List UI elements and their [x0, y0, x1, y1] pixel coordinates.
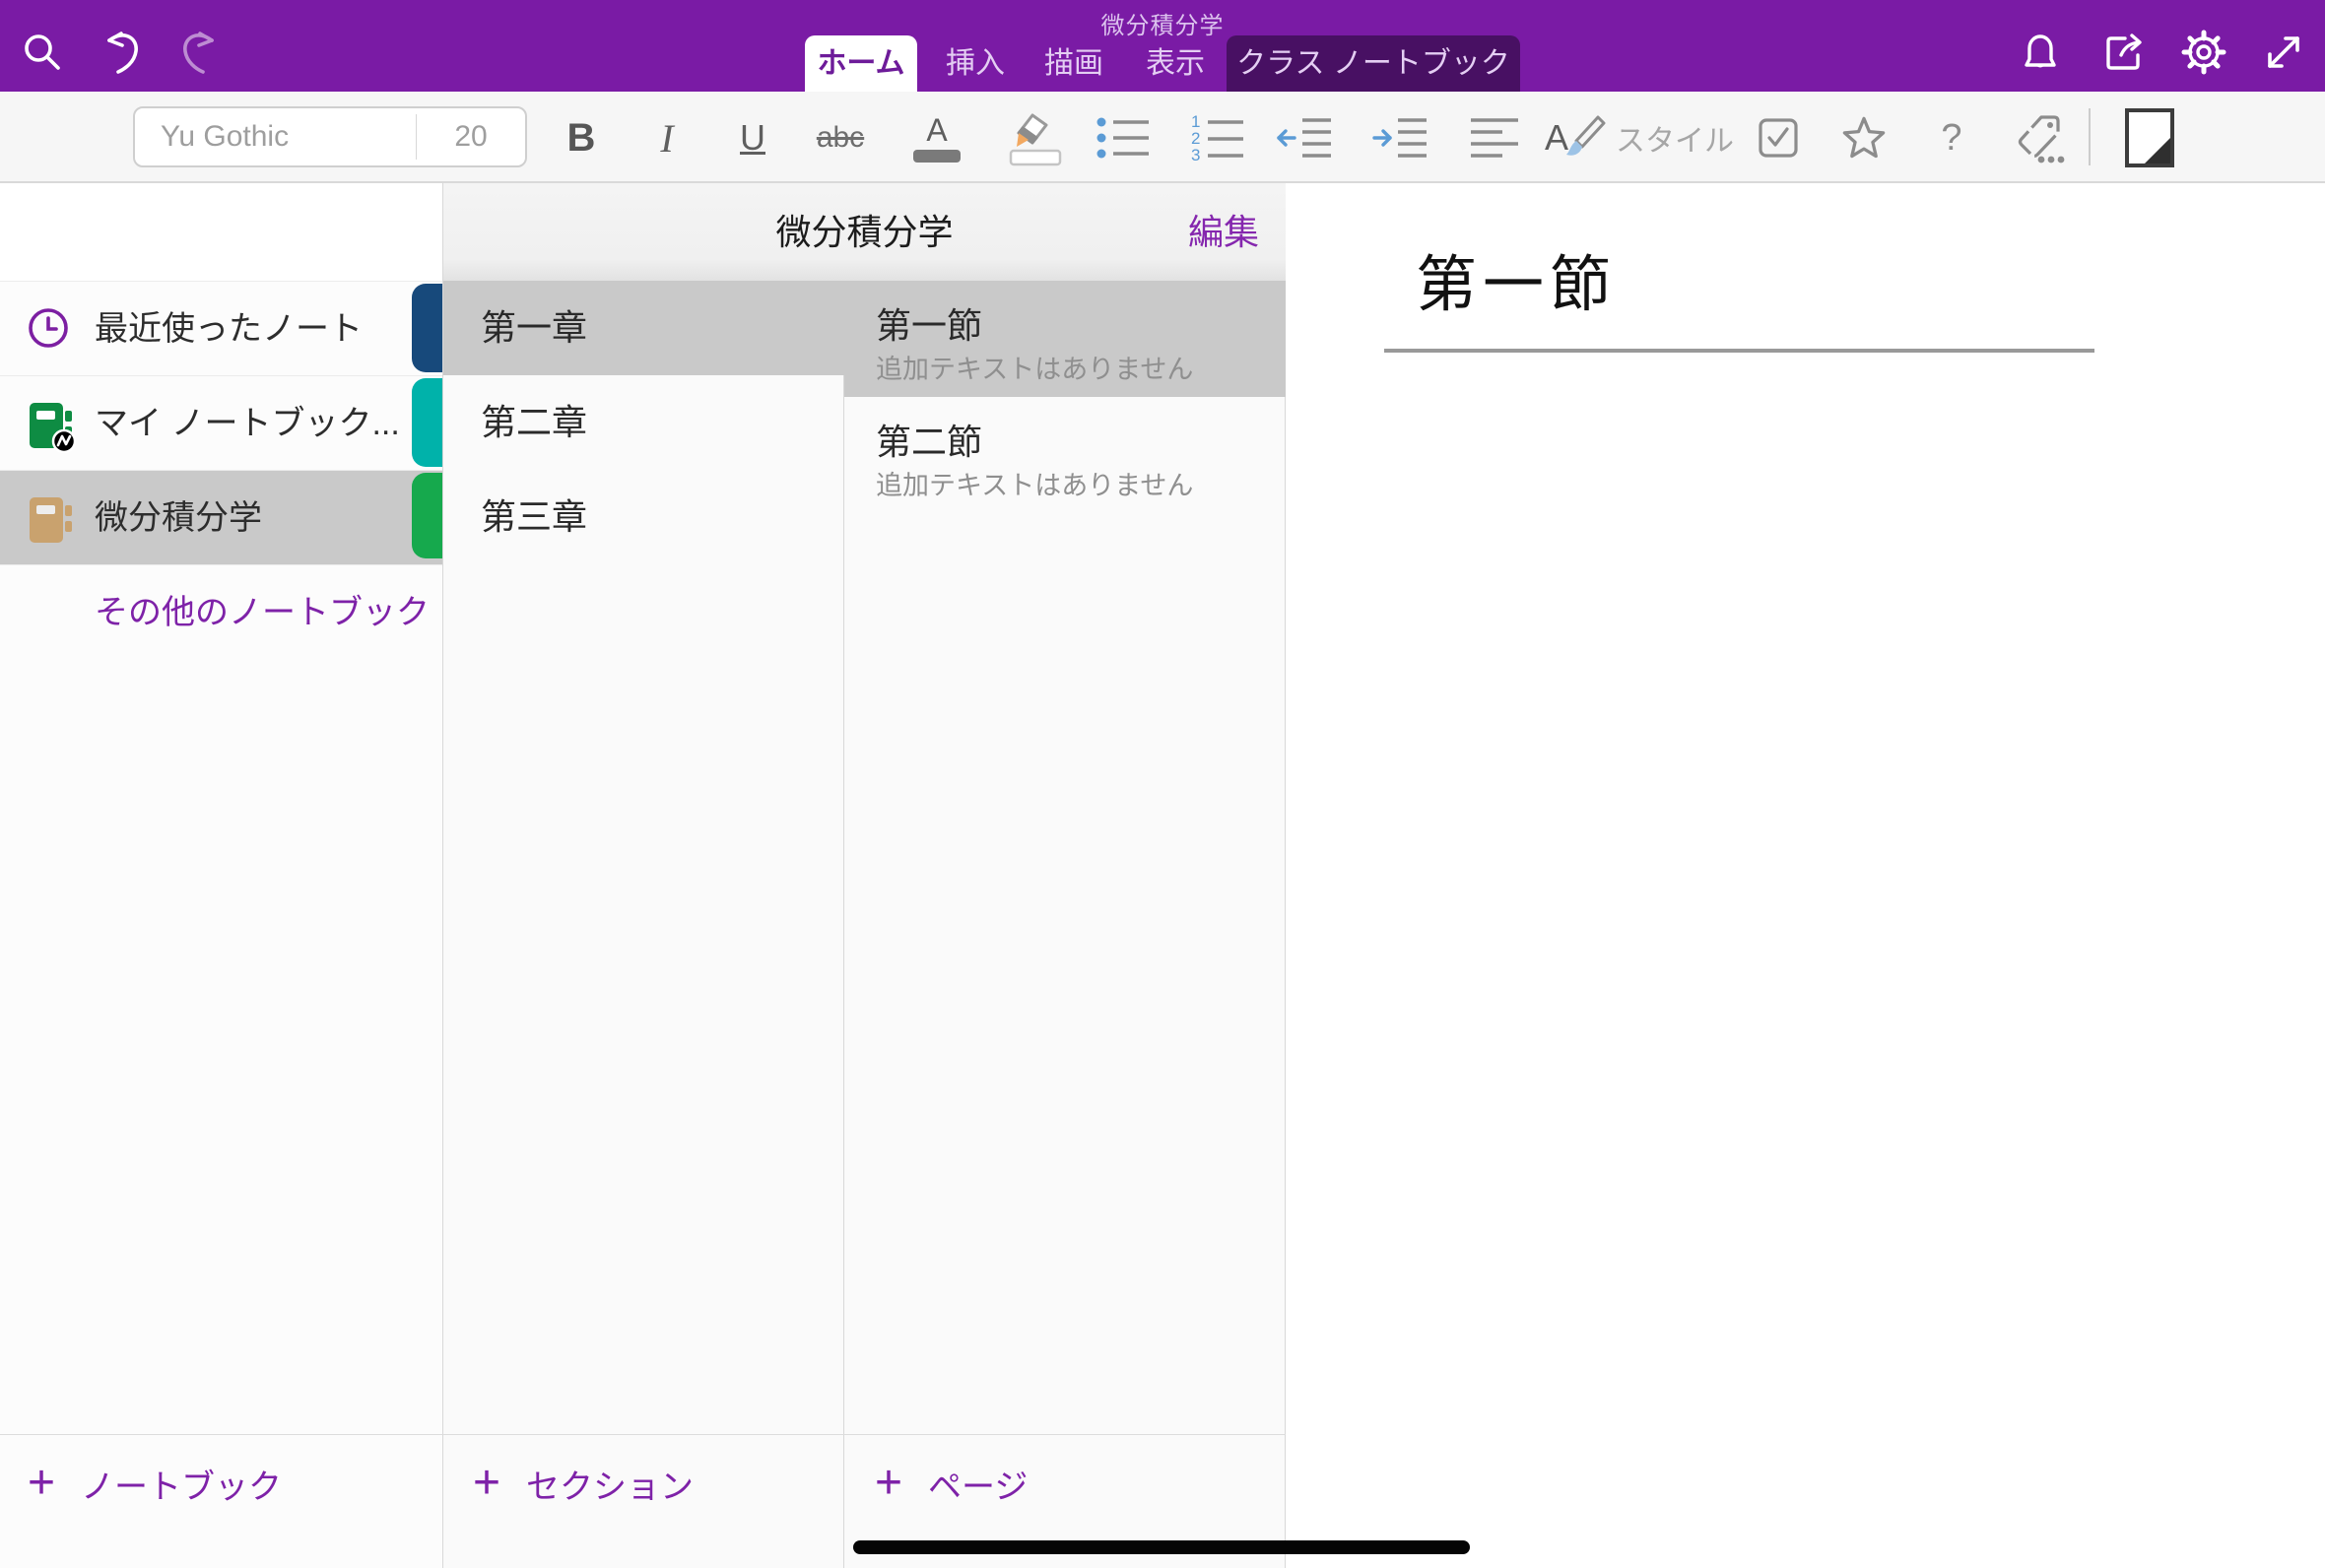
footer-divider — [0, 1434, 1286, 1435]
share-icon[interactable] — [2101, 30, 2147, 75]
tab-class-notebook[interactable]: クラス ノートブック — [1227, 35, 1520, 92]
tab-draw[interactable]: 描画 — [1030, 35, 1118, 92]
sidebar-header-space — [0, 183, 442, 281]
sidebar-item-my-notebooks[interactable]: マイ ノートブック... — [0, 375, 442, 470]
indent-button[interactable] — [1364, 101, 1435, 174]
sections-panel: 第一章 第二章 第三章 — [443, 183, 844, 1568]
formatting-toolbar: Yu Gothic 20 B I U abc A 123 — [0, 92, 2325, 183]
sidebar-item-recent-notes[interactable]: 最近使ったノート — [0, 281, 442, 375]
notifications-icon[interactable] — [2018, 30, 2063, 75]
sidebar-item-calculus-notebook[interactable]: 微分積分学 — [0, 470, 442, 564]
section-item-chapter1[interactable]: 第一章 — [443, 281, 844, 375]
numbered-list-button[interactable]: 123 — [1183, 101, 1254, 174]
notebook-color-tab-blue — [412, 284, 442, 372]
home-indicator[interactable] — [853, 1540, 1470, 1554]
font-name-value[interactable]: Yu Gothic — [161, 108, 289, 165]
page-title-underline — [1384, 349, 2094, 353]
toolbar-divider — [2089, 108, 2091, 165]
tab-insert[interactable]: 挿入 — [931, 35, 1020, 92]
add-notebook-button[interactable]: + ノートブック — [28, 1453, 282, 1514]
notebook-panel-title: 微分積分学 — [443, 183, 1286, 281]
settings-icon[interactable] — [2181, 30, 2226, 75]
font-size-value[interactable]: 20 — [416, 108, 526, 165]
sidebar-item-more-notebooks[interactable]: その他のノートブック — [0, 564, 442, 659]
strikethrough-button[interactable]: abc — [805, 101, 876, 174]
font-picker[interactable]: Yu Gothic 20 — [133, 106, 527, 167]
page-item-section2[interactable]: 第二節 追加テキストはありません — [844, 397, 1286, 513]
redo-icon[interactable] — [179, 30, 225, 75]
notebooks-panel: 最近使ったノート マイ ノートブック... 微分積分学 そ — [0, 183, 443, 1568]
plus-icon: + — [875, 1460, 902, 1507]
pages-panel: 第一節 追加テキストはありません 第二節 追加テキストはありません — [844, 183, 1286, 1568]
todo-tag-button[interactable] — [1743, 101, 1814, 174]
add-section-button[interactable]: + セクション — [473, 1453, 694, 1514]
add-page-button[interactable]: + ページ — [875, 1453, 1028, 1514]
search-icon[interactable] — [20, 30, 65, 75]
notebook-color-tab-teal — [412, 378, 442, 467]
font-color-button[interactable]: A — [901, 101, 972, 174]
resize-icon[interactable] — [2261, 30, 2306, 75]
plus-icon: + — [473, 1460, 500, 1507]
highlighter-button[interactable] — [999, 101, 1070, 174]
plus-icon: + — [28, 1460, 55, 1507]
page-item-section1[interactable]: 第一節 追加テキストはありません — [844, 281, 1286, 397]
brush-icon — [1564, 115, 1606, 161]
notebook-tan-icon — [26, 494, 75, 544]
more-tags-button[interactable] — [2003, 101, 2074, 174]
italic-button[interactable]: I — [631, 101, 702, 174]
page-view-button[interactable] — [2114, 101, 2185, 174]
edit-button[interactable]: 編集 — [1188, 183, 1259, 281]
section-item-chapter3[interactable]: 第三章 — [443, 470, 844, 564]
tab-home[interactable]: ホーム — [805, 35, 917, 92]
underline-button[interactable]: U — [717, 101, 788, 174]
svg-text:3: 3 — [1191, 146, 1200, 163]
page-title[interactable]: 第一節 — [1416, 234, 1617, 323]
font-color-swatch — [913, 150, 961, 163]
undo-icon[interactable] — [97, 30, 142, 75]
tab-view[interactable]: 表示 — [1131, 35, 1220, 92]
bullet-list-button[interactable] — [1089, 101, 1160, 174]
top-app-bar: 微分積分学 ホーム 挿入 描画 表示 クラス ノートブック — [0, 0, 2325, 92]
section-item-chapter2[interactable]: 第二章 — [443, 375, 844, 470]
notebook-color-tab-green — [412, 473, 442, 558]
notebook-green-sync-icon — [26, 400, 75, 449]
notebook-panel-header: 微分積分学 編集 — [443, 183, 1286, 281]
help-tag-button[interactable]: ? — [1916, 101, 1987, 174]
page-canvas[interactable]: 第一節 — [1286, 183, 2325, 1568]
bold-button[interactable]: B — [546, 101, 617, 174]
alignment-button[interactable] — [1459, 101, 1530, 174]
outdent-button[interactable] — [1269, 101, 1340, 174]
star-tag-button[interactable] — [1828, 101, 1899, 174]
clock-icon — [26, 305, 75, 355]
styles-button[interactable]: A スタイル — [1545, 101, 1734, 174]
